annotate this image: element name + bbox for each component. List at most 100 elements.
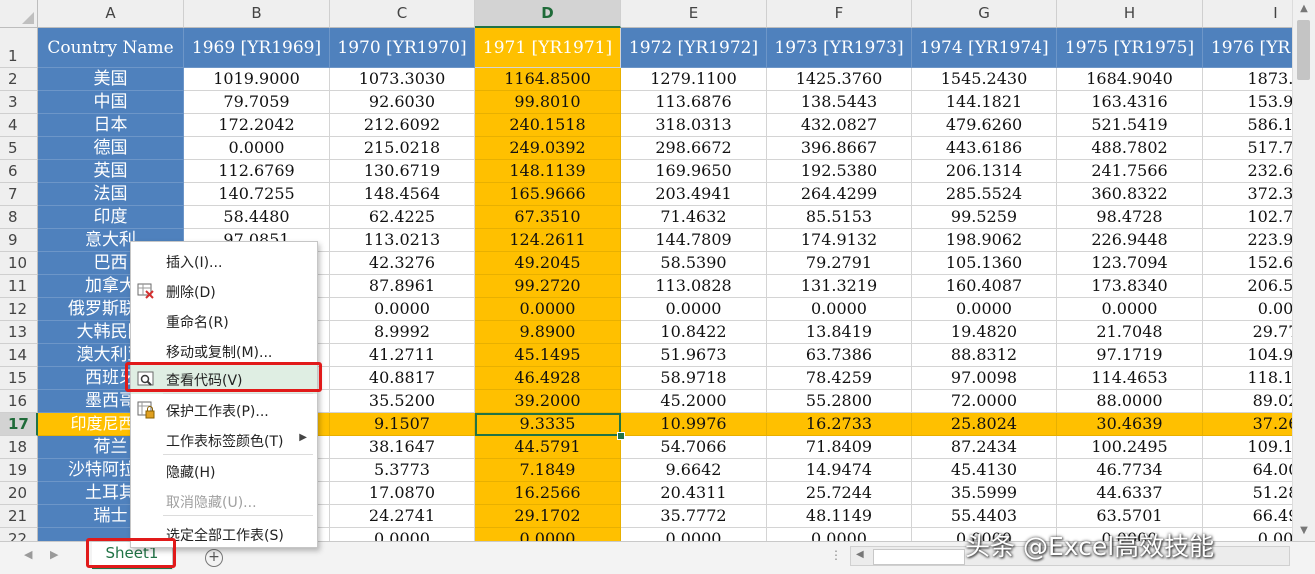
data-cell[interactable]: 55.2800 <box>767 390 912 413</box>
data-cell[interactable]: 46.7734 <box>1057 459 1203 482</box>
data-cell[interactable]: 58.4480 <box>184 206 330 229</box>
data-cell[interactable]: 372.31 <box>1203 183 1292 206</box>
menu-item-0[interactable]: 插入(I)... <box>131 246 317 276</box>
data-cell[interactable]: 172.2042 <box>184 114 330 137</box>
data-cell[interactable]: 1545.2430 <box>912 68 1057 91</box>
data-cell[interactable]: 517.78 <box>1203 137 1292 160</box>
data-cell[interactable]: 0.0000 <box>330 298 475 321</box>
data-cell[interactable]: 0.00 <box>1203 298 1292 321</box>
data-cell[interactable]: 42.3276 <box>330 252 475 275</box>
data-cell[interactable]: 285.5524 <box>912 183 1057 206</box>
row-header-3[interactable]: 3 <box>0 91 38 114</box>
column-header-f[interactable]: F <box>767 0 912 28</box>
data-cell[interactable]: 79.2791 <box>767 252 912 275</box>
data-cell[interactable]: 40.8817 <box>330 367 475 390</box>
year-header-cell[interactable]: 1972 [YR1972] <box>621 28 767 68</box>
data-cell[interactable]: 144.1821 <box>912 91 1057 114</box>
row-header-16[interactable]: 16 <box>0 390 38 413</box>
row-header-6[interactable]: 6 <box>0 160 38 183</box>
data-cell[interactable]: 0.0000 <box>621 528 767 541</box>
data-cell[interactable]: 45.2000 <box>621 390 767 413</box>
data-cell[interactable]: 131.3219 <box>767 275 912 298</box>
data-cell[interactable]: 1164.8500 <box>475 68 621 91</box>
data-cell[interactable]: 0.0000 <box>1057 298 1203 321</box>
data-cell[interactable]: 173.8340 <box>1057 275 1203 298</box>
data-cell[interactable]: 1425.3760 <box>767 68 912 91</box>
row-header-21[interactable]: 21 <box>0 505 38 528</box>
data-cell[interactable]: 17.0870 <box>330 482 475 505</box>
data-cell[interactable]: 39.2000 <box>475 390 621 413</box>
data-cell[interactable]: 20.4311 <box>621 482 767 505</box>
data-cell[interactable]: 241.7566 <box>1057 160 1203 183</box>
menu-item-1[interactable]: 删除(D) <box>131 276 317 306</box>
menu-item-5[interactable]: 保护工作表(P)... <box>131 395 317 425</box>
data-cell[interactable]: 124.2611 <box>475 229 621 252</box>
data-cell[interactable]: 71.4632 <box>621 206 767 229</box>
row-header-12[interactable]: 12 <box>0 298 38 321</box>
data-cell[interactable]: 105.1360 <box>912 252 1057 275</box>
data-cell[interactable]: 29.77 <box>1203 321 1292 344</box>
data-cell[interactable]: 89.02 <box>1203 390 1292 413</box>
data-cell[interactable]: 0.0000 <box>767 298 912 321</box>
data-cell[interactable]: 298.6672 <box>621 137 767 160</box>
year-header-cell[interactable]: 1970 [YR1970] <box>330 28 475 68</box>
data-cell[interactable]: 113.0828 <box>621 275 767 298</box>
data-cell[interactable]: 0.0000 <box>621 298 767 321</box>
row-header-10[interactable]: 10 <box>0 252 38 275</box>
data-cell[interactable]: 63.5701 <box>1057 505 1203 528</box>
data-cell[interactable]: 112.6769 <box>184 160 330 183</box>
data-cell[interactable]: 78.4259 <box>767 367 912 390</box>
column-header-b[interactable]: B <box>184 0 330 28</box>
data-cell[interactable]: 13.8419 <box>767 321 912 344</box>
data-cell[interactable]: 215.0218 <box>330 137 475 160</box>
data-cell[interactable]: 0.0000 <box>912 298 1057 321</box>
row-header-18[interactable]: 18 <box>0 436 38 459</box>
year-header-cell[interactable]: 1974 [YR1974] <box>912 28 1057 68</box>
data-cell[interactable]: 72.0000 <box>912 390 1057 413</box>
prev-sheet-icon[interactable]: ◀ <box>24 548 32 561</box>
data-cell[interactable]: 9.3335 <box>475 413 621 436</box>
data-cell[interactable]: 64.00 <box>1203 459 1292 482</box>
data-cell[interactable]: 144.7809 <box>621 229 767 252</box>
country-name-cell[interactable]: 德国 <box>38 137 184 160</box>
data-cell[interactable]: 0.0000 <box>475 298 621 321</box>
data-cell[interactable]: 99.2720 <box>475 275 621 298</box>
data-cell[interactable]: 98.4728 <box>1057 206 1203 229</box>
data-cell[interactable]: 1019.9000 <box>184 68 330 91</box>
column-header-h[interactable]: H <box>1057 0 1203 28</box>
year-header-cell[interactable]: 1971 [YR1971] <box>475 28 621 68</box>
row-header-11[interactable]: 11 <box>0 275 38 298</box>
country-name-cell[interactable]: 日本 <box>38 114 184 137</box>
column-header-g[interactable]: G <box>912 0 1057 28</box>
data-cell[interactable]: 87.2434 <box>912 436 1057 459</box>
data-cell[interactable]: 97.1719 <box>1057 344 1203 367</box>
data-cell[interactable]: 104.92 <box>1203 344 1292 367</box>
vertical-scroll-thumb[interactable] <box>1297 20 1310 80</box>
data-cell[interactable]: 8.9992 <box>330 321 475 344</box>
data-cell[interactable]: 9.8900 <box>475 321 621 344</box>
data-cell[interactable]: 113.6876 <box>621 91 767 114</box>
horizontal-scroll-thumb[interactable] <box>873 549 965 565</box>
data-cell[interactable]: 148.4564 <box>330 183 475 206</box>
data-cell[interactable]: 9.6642 <box>621 459 767 482</box>
data-cell[interactable]: 45.4130 <box>912 459 1057 482</box>
data-cell[interactable]: 99.5259 <box>912 206 1057 229</box>
data-cell[interactable]: 223.97 <box>1203 229 1292 252</box>
data-cell[interactable]: 102.71 <box>1203 206 1292 229</box>
data-cell[interactable]: 25.8024 <box>912 413 1057 436</box>
data-cell[interactable]: 114.4653 <box>1057 367 1203 390</box>
data-cell[interactable]: 24.2741 <box>330 505 475 528</box>
data-cell[interactable]: 109.16 <box>1203 436 1292 459</box>
year-header-cell[interactable]: 1969 [YR1969] <box>184 28 330 68</box>
row-header-20[interactable]: 20 <box>0 482 38 505</box>
data-cell[interactable]: 14.9474 <box>767 459 912 482</box>
data-cell[interactable]: 206.1314 <box>912 160 1057 183</box>
row-header-2[interactable]: 2 <box>0 68 38 91</box>
row-header-13[interactable]: 13 <box>0 321 38 344</box>
scroll-up-icon[interactable]: ▲ <box>1293 0 1315 18</box>
row-header-15[interactable]: 15 <box>0 367 38 390</box>
data-cell[interactable]: 174.9132 <box>767 229 912 252</box>
data-cell[interactable]: 0.0000 <box>184 137 330 160</box>
data-cell[interactable]: 521.5419 <box>1057 114 1203 137</box>
data-cell[interactable]: 49.2045 <box>475 252 621 275</box>
